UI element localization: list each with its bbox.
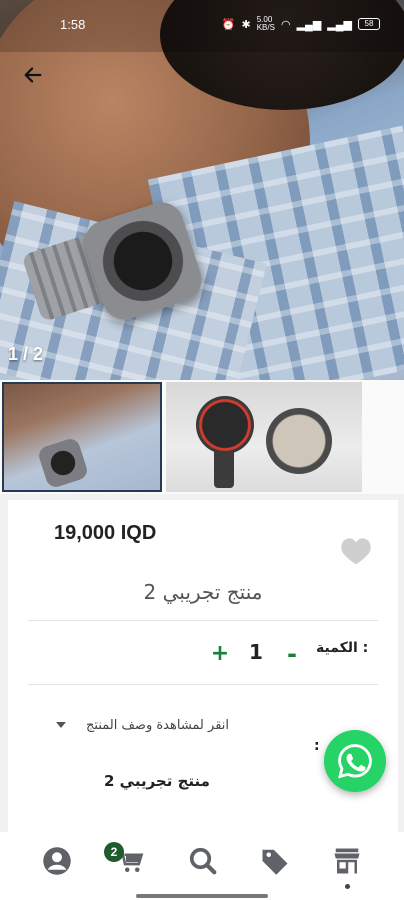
active-tab-indicator bbox=[345, 884, 350, 889]
description-toggle[interactable]: انقر لمشاهدة وصف المنتج bbox=[52, 713, 312, 737]
thumbnail-1[interactable] bbox=[2, 382, 162, 492]
quantity-decrease-button[interactable]: - bbox=[282, 640, 302, 668]
description-text: منتج تجريبي 2 bbox=[104, 772, 210, 790]
home-indicator[interactable] bbox=[136, 894, 268, 898]
thumbnail-strap bbox=[214, 448, 234, 488]
thumbnail-strip bbox=[0, 380, 404, 494]
battery-icon: 58 bbox=[358, 18, 380, 30]
status-icons: ⏰ ✱ 5.00 KB/S ◠ ▂▄▆ ▂▄▆ 58 bbox=[222, 16, 380, 32]
arrow-left-icon bbox=[24, 67, 42, 83]
wifi-icon: ◠ bbox=[280, 18, 291, 31]
product-image[interactable] bbox=[0, 0, 404, 380]
quantity-value: 1 bbox=[249, 640, 263, 664]
nav-profile[interactable] bbox=[40, 844, 74, 878]
network-speed: 5.00 KB/S bbox=[256, 15, 275, 32]
search-icon bbox=[189, 847, 217, 875]
chevron-down-icon bbox=[56, 722, 66, 728]
whatsapp-icon bbox=[338, 744, 372, 779]
image-page-indicator: 1 / 2 bbox=[8, 344, 44, 364]
status-time: 1:58 bbox=[60, 17, 86, 32]
product-screen: 1:58 ⏰ ✱ 5.00 KB/S ◠ ▂▄▆ ▂▄▆ 58 1 / 2 19… bbox=[0, 0, 404, 900]
tag-icon bbox=[262, 849, 288, 875]
bottom-navigation: 2 bbox=[0, 832, 404, 900]
thumbnail-smartwatch-2 bbox=[266, 408, 332, 474]
nav-store[interactable] bbox=[330, 844, 364, 878]
user-icon bbox=[43, 847, 71, 875]
product-title: منتج تجريبي 2 bbox=[143, 580, 263, 604]
signal-icon: ▂▄▆ bbox=[296, 18, 322, 31]
cart-badge: 2 bbox=[104, 842, 124, 862]
bluetooth-icon: ✱ bbox=[241, 18, 251, 31]
store-icon bbox=[334, 848, 360, 874]
thumbnail-watch bbox=[36, 436, 90, 490]
thumbnail-2[interactable] bbox=[166, 382, 362, 492]
nav-offers[interactable] bbox=[258, 844, 292, 878]
signal-icon-2: ▂▄▆ bbox=[327, 18, 352, 31]
divider bbox=[28, 620, 378, 621]
quantity-label: الكمية : bbox=[316, 640, 369, 656]
divider bbox=[28, 684, 378, 685]
favorite-button[interactable] bbox=[340, 536, 374, 568]
quantity-increase-button[interactable]: + bbox=[210, 641, 230, 666]
nav-search[interactable] bbox=[186, 844, 220, 878]
heart-icon bbox=[341, 538, 371, 565]
description-toggle-label: انقر لمشاهدة وصف المنتج bbox=[86, 717, 229, 733]
whatsapp-button[interactable] bbox=[324, 730, 386, 792]
back-button[interactable] bbox=[18, 60, 48, 90]
thumbnail-smartwatch-1 bbox=[196, 396, 254, 454]
alarm-icon: ⏰ bbox=[221, 18, 236, 31]
product-price: 19,000 IQD bbox=[54, 522, 157, 544]
status-bar: 1:58 ⏰ ✱ 5.00 KB/S ◠ ▂▄▆ ▂▄▆ 58 bbox=[0, 0, 404, 52]
description-colon: : bbox=[314, 738, 320, 754]
